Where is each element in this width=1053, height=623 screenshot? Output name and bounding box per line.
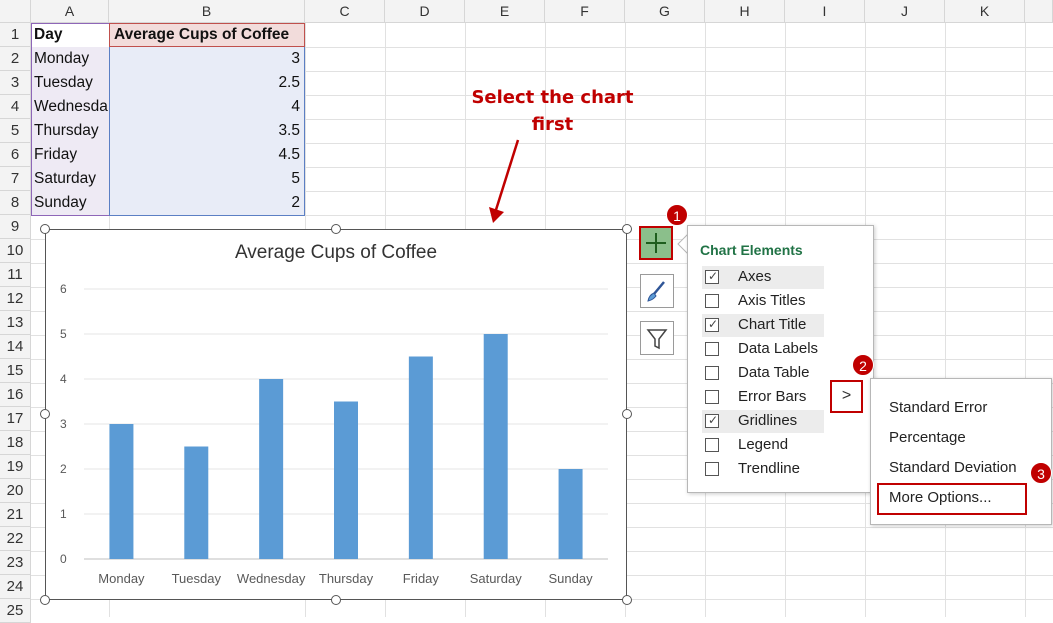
chart-element-label: Legend — [738, 436, 789, 453]
menu-item-standard-error[interactable]: Standard Error — [889, 399, 987, 416]
step-badge-1: 1 — [666, 204, 688, 226]
plus-icon — [646, 233, 666, 253]
paintbrush-icon — [647, 281, 665, 302]
chart-area[interactable]: Average Cups of Coffee 0 1 2 3 4 5 6 Monday Tues… — [45, 229, 627, 600]
y-tick-label: 6 — [60, 282, 67, 296]
checkbox[interactable] — [705, 462, 719, 476]
chart-element-data-table[interactable]: Data Table — [702, 362, 824, 385]
resize-handle-middle-left[interactable] — [40, 409, 50, 419]
x-tick-label: Saturday — [470, 571, 523, 586]
annotation-line-2: first — [531, 114, 574, 135]
y-tick-label: 4 — [60, 372, 67, 386]
chart-elements-panel: Chart Elements ✓ Axes Axis Titles ✓ Char… — [687, 225, 874, 493]
chart-element-label: Chart Title — [738, 316, 807, 333]
instruction-annotation: Select the chart first — [460, 84, 645, 138]
panel-title: Chart Elements — [700, 242, 803, 258]
range-highlight-values — [109, 23, 305, 216]
x-tick-label: Thursday — [319, 571, 374, 586]
range-highlight-header — [109, 23, 305, 47]
error-bars-expand-button[interactable]: > — [830, 380, 863, 413]
y-tick-label: 0 — [60, 552, 67, 566]
chart-element-legend[interactable]: Legend — [702, 434, 824, 457]
chart-element-label: Data Labels — [738, 340, 819, 357]
y-tick-label: 3 — [60, 417, 67, 431]
step-badge-2: 2 — [852, 354, 874, 376]
resize-handle-top-right[interactable] — [622, 224, 632, 234]
filter-icon — [646, 329, 668, 350]
annotation-arrow — [489, 139, 520, 223]
x-tick-label: Friday — [403, 571, 440, 586]
y-tick-label: 5 — [60, 327, 67, 341]
chart-element-data-labels[interactable]: Data Labels — [702, 338, 824, 361]
chart-element-label: Gridlines — [738, 412, 798, 429]
chart-element-label: Axes — [738, 268, 772, 285]
chart-element-axis-titles[interactable]: Axis Titles — [702, 290, 824, 313]
bar[interactable] — [408, 356, 433, 560]
y-tick-label: 2 — [60, 462, 67, 476]
menu-item-standard-deviation[interactable]: Standard Deviation — [889, 459, 1017, 476]
check-icon: ✓ — [708, 317, 719, 331]
x-tick-label: Wednesday — [237, 571, 306, 586]
resize-handle-middle-right[interactable] — [622, 409, 632, 419]
chart-element-label: Error Bars — [738, 388, 807, 405]
bar[interactable] — [109, 424, 134, 559]
checkbox[interactable] — [705, 294, 719, 308]
menu-item-more-options[interactable]: More Options... — [889, 489, 992, 506]
resize-handle-top-left[interactable] — [40, 224, 50, 234]
checkbox[interactable] — [705, 390, 719, 404]
checkbox[interactable]: ✓ — [705, 317, 719, 332]
chart-filters-button[interactable] — [640, 321, 674, 355]
chart-styles-button[interactable] — [640, 274, 674, 308]
checkbox[interactable]: ✓ — [705, 413, 719, 428]
annotation-line-1: Select the chart — [471, 87, 634, 108]
x-tick-label: Tuesday — [172, 571, 222, 586]
check-icon: ✓ — [708, 269, 719, 283]
chart-element-label: Trendline — [738, 460, 800, 477]
y-tick-label: 1 — [60, 507, 67, 521]
error-bars-submenu: Standard Error Percentage Standard Devia… — [870, 378, 1052, 525]
chart-element-label: Axis Titles — [738, 292, 806, 309]
resize-handle-bottom-right[interactable] — [622, 595, 632, 605]
chart-element-label: Data Table — [738, 364, 810, 381]
bar[interactable] — [259, 379, 284, 559]
chart-element-trendline[interactable]: Trendline — [702, 458, 824, 481]
checkbox[interactable] — [705, 438, 719, 452]
chevron-right-icon: > — [841, 387, 852, 404]
menu-item-percentage[interactable]: Percentage — [889, 429, 966, 446]
bar[interactable] — [184, 446, 209, 560]
chart-elements-button[interactable] — [639, 226, 673, 260]
checkbox[interactable]: ✓ — [705, 269, 719, 284]
bar[interactable] — [483, 334, 508, 559]
chart-element-gridlines[interactable]: ✓ Gridlines — [702, 410, 824, 433]
chart-element-error-bars[interactable]: Error Bars — [702, 386, 824, 409]
chart-element-axes[interactable]: ✓ Axes — [702, 266, 824, 289]
check-icon: ✓ — [708, 413, 719, 427]
plot-area[interactable]: 0 1 2 3 4 5 6 Monday Tuesday Wednesday Thursday Fri… — [46, 230, 625, 598]
resize-handle-bottom-left[interactable] — [40, 595, 50, 605]
resize-handle-bottom-center[interactable] — [331, 595, 341, 605]
chart-element-chart-title[interactable]: ✓ Chart Title — [702, 314, 824, 337]
x-tick-label: Monday — [98, 571, 145, 586]
step-badge-3: 3 — [1030, 462, 1052, 484]
bar[interactable] — [334, 401, 358, 560]
range-highlight-day — [31, 23, 110, 216]
bar[interactable] — [558, 469, 583, 559]
checkbox[interactable] — [705, 342, 719, 356]
checkbox[interactable] — [705, 366, 719, 380]
resize-handle-top-center[interactable] — [331, 224, 341, 234]
x-tick-label: Sunday — [549, 571, 594, 586]
